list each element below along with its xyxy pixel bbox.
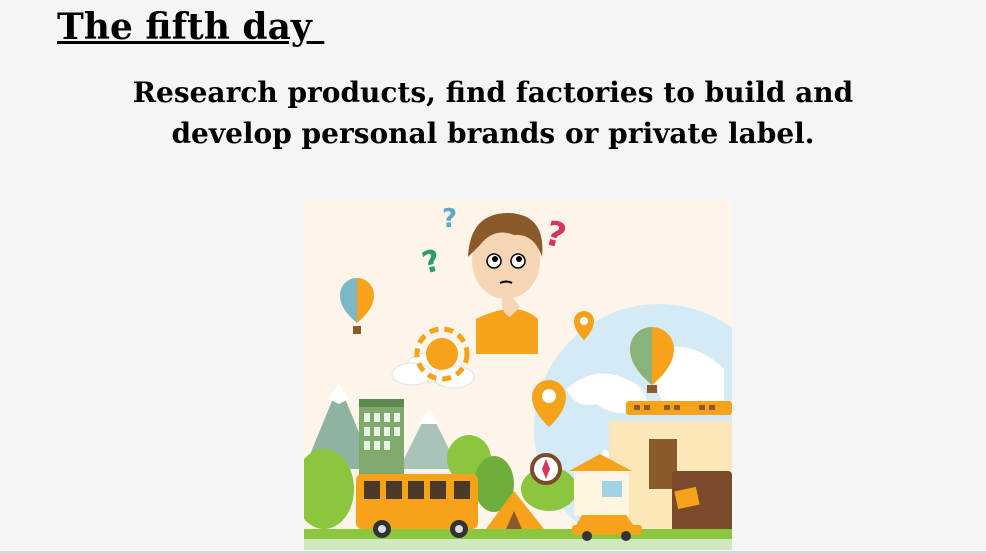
svg-text:?: ? (442, 204, 457, 234)
train-icon (626, 401, 732, 415)
thinking-boy-illustration (468, 212, 543, 354)
thinking-boy-travel-illustration: ? ? ? (304, 199, 732, 550)
bus-icon (356, 474, 478, 538)
building-icon (359, 399, 404, 479)
page-subtitle: Research products, find factories to bui… (132, 76, 854, 150)
page-title: The fifth day (57, 6, 325, 48)
compass-icon (530, 453, 562, 485)
